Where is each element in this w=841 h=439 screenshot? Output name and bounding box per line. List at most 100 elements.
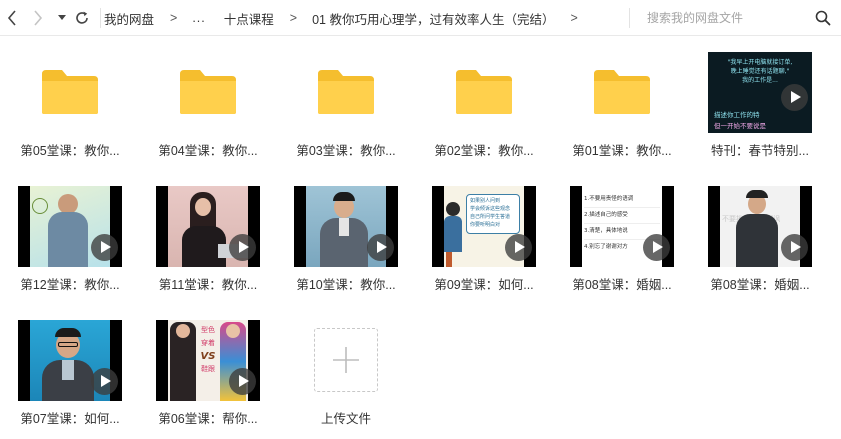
video-thumbnail: 如果别人问到 学会倾诉这些观念 自己所问学生答道 你要听明白对: [432, 185, 536, 267]
plus-icon: [333, 347, 359, 373]
video-item[interactable]: 第12堂课：教你...: [10, 170, 130, 294]
chevron-right-icon: [34, 10, 43, 26]
play-button[interactable]: [367, 233, 394, 261]
thumbnail-text: 自己所问学生答道: [470, 213, 511, 220]
play-button[interactable]: [229, 233, 256, 261]
item-label: 第01堂课：教你...: [572, 144, 672, 158]
video-thumbnail: 型色 穿着 VS 鞋跟: [156, 319, 260, 401]
folder-item[interactable]: 第01堂课：教你...: [562, 36, 682, 160]
breadcrumb-item-current-folder[interactable]: 01 教你巧用心理学，过有效率人生（完结）: [312, 9, 554, 28]
folder-icon: [180, 70, 236, 114]
folder-icon: [456, 70, 512, 114]
play-button[interactable]: [505, 233, 532, 261]
item-label: 第02堂课：教你...: [434, 144, 534, 158]
play-button[interactable]: [91, 367, 118, 395]
breadcrumb-separator-icon: >: [289, 11, 298, 25]
play-icon: [514, 241, 525, 253]
thumbnail-text: 描述你工作的特: [714, 110, 760, 119]
chevron-left-icon: [7, 10, 16, 26]
video-item[interactable]: 第11堂课：教你...: [148, 170, 268, 294]
thumbnail-text: "我早上开电脑就接订单,: [727, 58, 793, 66]
video-item[interactable]: 1.不要用责怪的语调 2.描述自己的感受 3.清楚，具体地说 4.别忘了谢谢对方…: [562, 170, 682, 294]
refresh-icon: [76, 11, 88, 24]
breadcrumb-separator-icon[interactable]: >: [570, 11, 577, 25]
item-label: 第12堂课：教你...: [20, 278, 120, 292]
thumbnail-text: 学会倾诉这些观念: [470, 205, 511, 212]
play-icon: [790, 241, 801, 253]
folder-item[interactable]: 第05堂课：教你...: [10, 36, 130, 160]
play-icon: [238, 241, 249, 253]
video-item[interactable]: 第10堂课：教你...: [286, 170, 406, 294]
thumbnail-text: 2.描述自己的感受: [584, 208, 660, 224]
video-item[interactable]: "我早上开电脑就接订单, 晚上睡觉还有话题聊," 我的工作是... 描述你工作的…: [700, 36, 820, 160]
video-thumbnail: [18, 319, 122, 401]
folder-icon: [42, 70, 98, 114]
refresh-button[interactable]: [72, 8, 92, 28]
item-label: 第08堂课：婚姻...: [572, 278, 672, 292]
toolbar-divider: [629, 8, 630, 28]
search-input[interactable]: [634, 6, 814, 30]
thumbnail-text: 如果别人问到: [470, 197, 501, 204]
video-item[interactable]: 不要批评,不要嘲讽 第08堂课：婚姻...: [700, 170, 820, 294]
item-label: 第05堂课：教你...: [20, 144, 120, 158]
thumbnail-text: 你要听明白对: [470, 221, 501, 228]
upload-button[interactable]: [314, 328, 378, 392]
play-icon: [100, 375, 111, 387]
video-item[interactable]: 第07堂课：如何...: [10, 304, 130, 428]
file-grid: 第05堂课：教你... 第04堂课：教你... 第03堂课：教你... 第02堂…: [0, 36, 841, 439]
play-icon: [790, 91, 801, 103]
item-label: 第03堂课：教你...: [296, 144, 396, 158]
item-label: 第07堂课：如何...: [20, 412, 120, 426]
item-label: 第08堂课：婚姻...: [710, 278, 810, 292]
video-thumbnail: 不要批评,不要嘲讽: [708, 185, 812, 267]
play-icon: [100, 241, 111, 253]
thumbnail-text: 但一开始不要说是: [714, 121, 766, 130]
toolbar-divider: [100, 8, 101, 28]
history-dropdown-button[interactable]: [52, 8, 72, 28]
play-button[interactable]: [781, 233, 808, 261]
thumbnail-text: 穿着: [201, 338, 215, 347]
breadcrumb-separator-icon: >: [170, 11, 178, 25]
play-button[interactable]: [91, 233, 118, 261]
item-label: 特刊：春节特别...: [711, 144, 809, 158]
folder-item[interactable]: 第03堂课：教你...: [286, 36, 406, 160]
video-thumbnail: "我早上开电脑就接订单, 晚上睡觉还有话题聊," 我的工作是... 描述你工作的…: [708, 51, 812, 133]
play-icon: [652, 241, 663, 253]
video-thumbnail: [156, 185, 260, 267]
video-thumbnail: 1.不要用责怪的语调 2.描述自己的感受 3.清楚，具体地说 4.别忘了谢谢对方: [570, 185, 674, 267]
item-label: 第06堂课：帮你...: [158, 412, 258, 426]
breadcrumb-item-my-disk[interactable]: 我的网盘: [104, 9, 154, 28]
video-item[interactable]: 如果别人问到 学会倾诉这些观念 自己所问学生答道 你要听明白对 第09堂课：如何…: [424, 170, 544, 294]
play-button[interactable]: [229, 367, 256, 395]
folder-icon: [318, 70, 374, 114]
breadcrumb-item-ellipsis[interactable]: ...: [192, 11, 205, 25]
folder-item[interactable]: 第02堂课：教你...: [424, 36, 544, 160]
play-icon: [376, 241, 387, 253]
play-button[interactable]: [781, 83, 808, 111]
item-label: 第10堂课：教你...: [296, 278, 396, 292]
thumbnail-text: 鞋跟: [201, 364, 215, 373]
breadcrumb-item-courses[interactable]: 十点课程: [224, 9, 274, 28]
item-label: 第11堂课：教你...: [158, 278, 258, 292]
video-thumbnail: [294, 185, 398, 267]
play-button[interactable]: [643, 233, 670, 261]
item-label: 第09堂课：如何...: [434, 278, 534, 292]
video-thumbnail: [18, 185, 122, 267]
thumbnail-text: 晚上睡觉还有话题聊,": [730, 67, 790, 75]
thumbnail-text: VS: [200, 350, 216, 362]
video-item[interactable]: 型色 穿着 VS 鞋跟 第06堂课：帮你...: [148, 304, 268, 428]
search-icon: [815, 10, 831, 26]
forward-button[interactable]: [28, 8, 48, 28]
breadcrumb: 我的网盘 > ... 十点课程 > 01 教你巧用心理学，过有效率人生（完结） …: [104, 0, 593, 36]
item-label: 第04堂课：教你...: [158, 144, 258, 158]
upload-item[interactable]: 上传文件: [286, 304, 406, 428]
item-label: 上传文件: [320, 412, 371, 426]
caret-down-icon: [58, 15, 66, 20]
folder-icon: [594, 70, 650, 114]
back-button[interactable]: [2, 8, 22, 28]
thumbnail-text: 型色: [201, 325, 215, 334]
play-icon: [238, 375, 249, 387]
search-button[interactable]: [814, 9, 832, 27]
folder-item[interactable]: 第04堂课：教你...: [148, 36, 268, 160]
thumbnail-text: 1.不要用责怪的语调: [584, 192, 660, 208]
